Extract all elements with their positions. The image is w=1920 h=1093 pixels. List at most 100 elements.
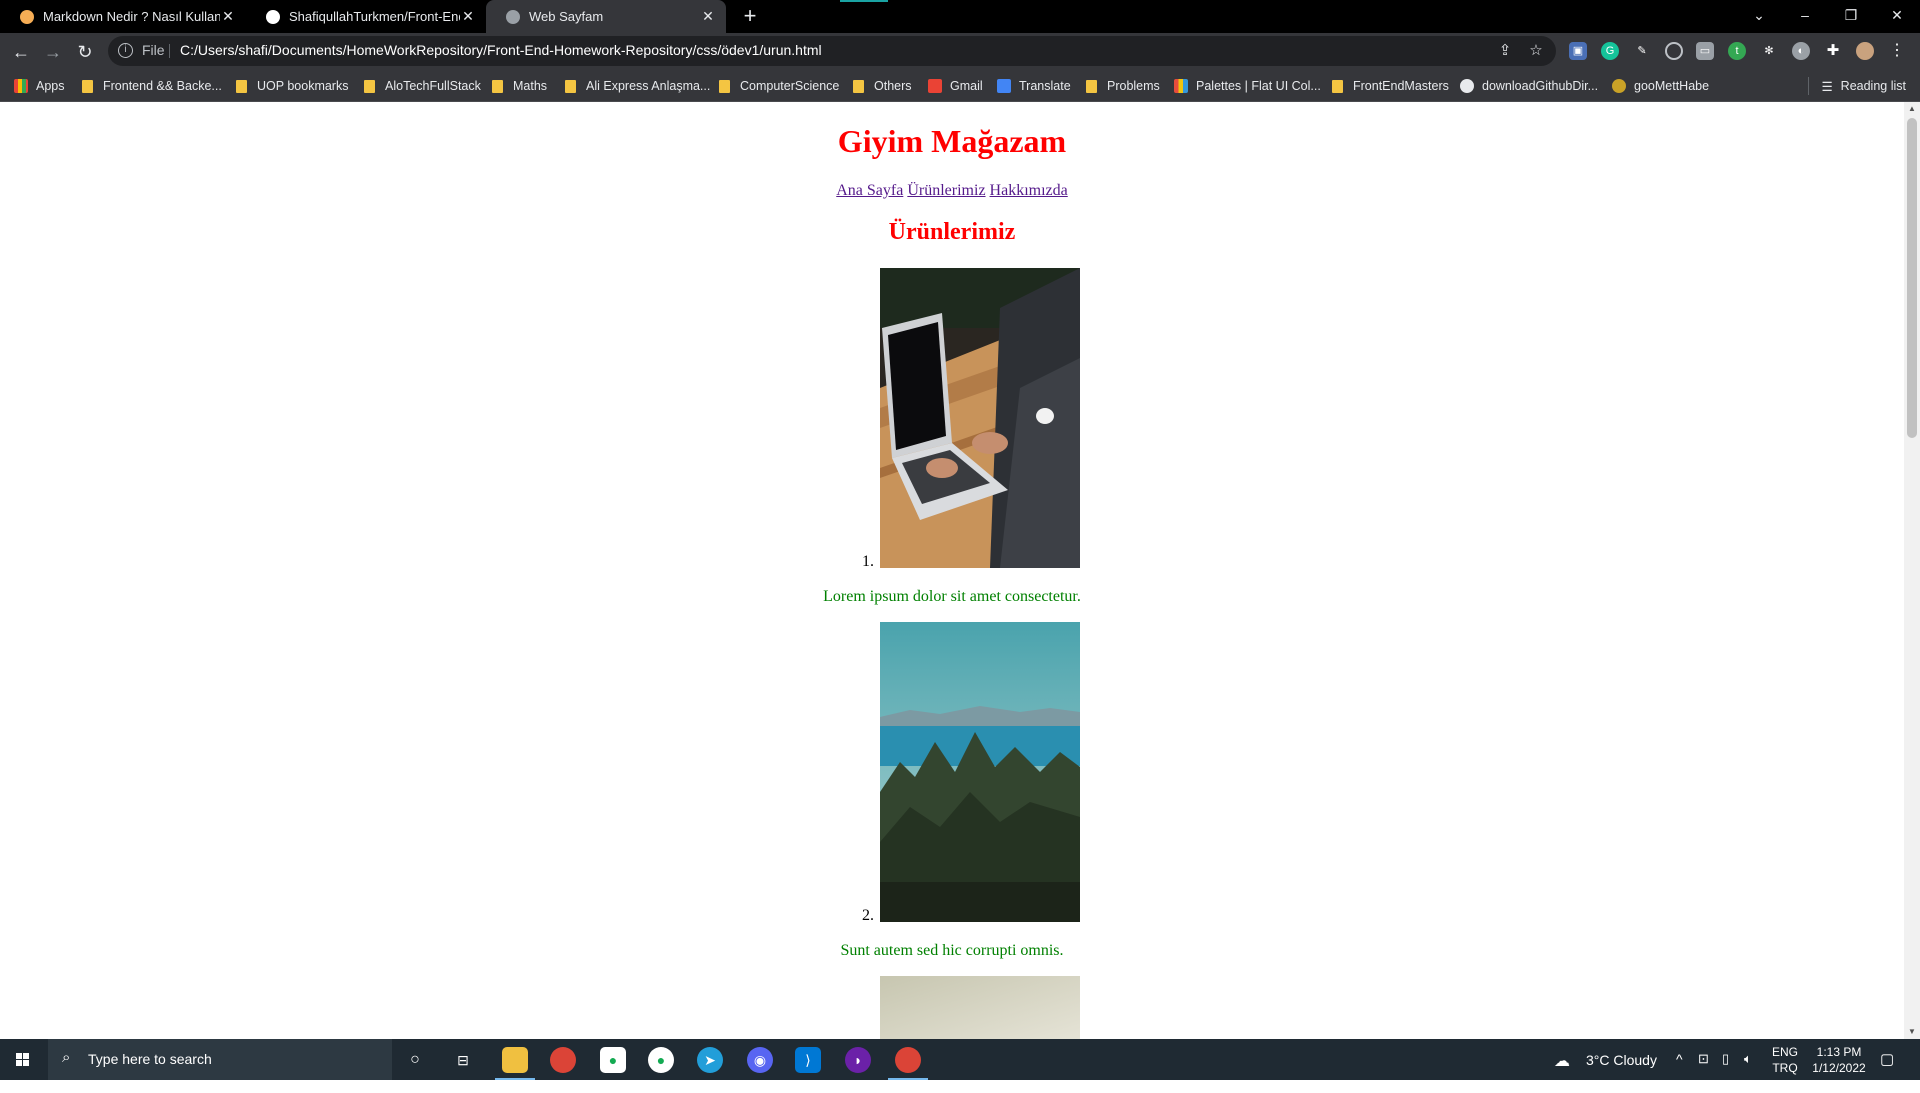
windows-start-icon[interactable] (0, 1039, 46, 1080)
browser-chrome: Markdown Nedir ? Nasıl Kullanılır ✕ Shaf… (0, 0, 1920, 102)
taskbar-search-input[interactable]: ⌕ Type here to search (48, 1039, 392, 1080)
bookmark-folder[interactable]: UOP bookmarks (236, 70, 348, 102)
tab-search-chevron-icon[interactable]: ⌄ (1736, 0, 1782, 33)
bookmark-label: Ali Express Anlaşma... (586, 79, 711, 93)
puzzle-extensions-icon[interactable]: ✚ (1824, 42, 1842, 60)
close-tab-icon[interactable]: ✕ (460, 8, 476, 25)
discord-icon[interactable]: ◉ (747, 1047, 773, 1073)
bookmark-folder[interactable]: FrontEndMasters (1332, 70, 1449, 102)
network-icon[interactable]: ⊡ (1698, 1051, 1709, 1092)
tab-markdown[interactable]: Markdown Nedir ? Nasıl Kullanılır ✕ (0, 0, 246, 33)
bookmark-label: downloadGithubDir... (1482, 79, 1599, 93)
chrome-active-icon[interactable] (895, 1047, 921, 1073)
minimize-icon[interactable]: – (1782, 0, 1828, 33)
bookmark-folder[interactable]: Frontend && Backe... (82, 70, 222, 102)
clock[interactable]: 1:13 PM 1/12/2022 (1806, 1044, 1872, 1085)
search-placeholder: Type here to search (88, 1051, 212, 1067)
bookmark-label: Gmail (950, 79, 983, 93)
language-indicator[interactable]: ENG TRQ (1772, 1044, 1798, 1085)
reading-list[interactable]: ☰ Reading list (1808, 70, 1906, 102)
globe-icon (506, 9, 520, 24)
clock-date: 1/12/2022 (1812, 1061, 1866, 1075)
task-view-icon[interactable]: ⊟ (450, 1047, 476, 1073)
card-extension-icon[interactable]: ▭ (1696, 42, 1714, 60)
target-extension-icon[interactable] (1665, 42, 1683, 60)
bookmark-gmail[interactable]: Gmail (928, 70, 983, 102)
bookmark-folder[interactable]: ComputerScience (719, 70, 839, 102)
scroll-up-icon[interactable]: ▲ (1904, 102, 1920, 116)
product-image-forest (880, 622, 1080, 922)
reading-list-icon: ☰ (1821, 79, 1833, 94)
tab-web-sayfam[interactable]: Web Sayfam ✕ (486, 0, 726, 33)
reload-icon[interactable]: ↻ (71, 38, 99, 66)
toolbar: ← → ↻ i File C:/Users/shafi/Documents/Ho… (0, 33, 1920, 70)
address-bar[interactable]: i File C:/Users/shafi/Documents/HomeWork… (108, 36, 1556, 66)
folder-icon (236, 79, 247, 93)
volume-icon[interactable]: 🔈︎ (1744, 1051, 1752, 1092)
bookmark-apps[interactable]: Apps (14, 70, 65, 102)
close-window-icon[interactable]: ✕ (1874, 0, 1920, 33)
bookmark-goomett[interactable]: gooMettHabe (1612, 70, 1709, 102)
menu-kebab-icon[interactable]: ⋮ (1888, 42, 1906, 60)
chrome-icon[interactable] (550, 1047, 576, 1073)
close-tab-icon[interactable]: ✕ (700, 8, 716, 25)
telegram-icon[interactable]: ➤ (697, 1047, 723, 1073)
bookmark-translate[interactable]: Translate (997, 70, 1071, 102)
bookmark-folder[interactable]: Problems (1086, 70, 1160, 102)
folder-icon (1332, 79, 1343, 93)
notification-icon[interactable]: ▢ (1880, 1050, 1894, 1091)
bookmark-folder[interactable]: AloTechFullStack (364, 70, 481, 102)
bookmark-download[interactable]: downloadGithubDir... (1460, 70, 1598, 102)
bookmark-folder[interactable]: Maths (492, 70, 547, 102)
tab-favicon-icon (20, 9, 34, 24)
info-icon[interactable]: i (118, 43, 133, 58)
bookmark-palettes[interactable]: Palettes | Flat UI Col... (1174, 70, 1321, 102)
t-extension-icon[interactable]: t (1728, 42, 1746, 60)
lang-bottom: TRQ (1772, 1061, 1798, 1075)
nav-link-about[interactable]: Hakkımızda (990, 182, 1068, 199)
back-icon[interactable]: ← (7, 38, 35, 66)
folder-icon (853, 79, 864, 93)
folder-icon (1086, 79, 1097, 93)
profile-avatar[interactable] (1856, 42, 1874, 60)
bookmarks-divider (1808, 77, 1810, 95)
restore-icon[interactable]: ❐ (1828, 0, 1874, 33)
nav-link-home[interactable]: Ana Sayfa (836, 182, 903, 199)
share-icon[interactable]: ⇪ (1496, 42, 1514, 60)
palette-icon (1174, 79, 1188, 93)
file-explorer-icon[interactable] (502, 1047, 528, 1073)
scrollbar-thumb[interactable] (1907, 118, 1917, 438)
bookmark-label: Apps (36, 79, 65, 93)
bookmark-folder[interactable]: Others (853, 70, 912, 102)
grammarly-icon[interactable]: G (1601, 42, 1619, 60)
save-extension-icon[interactable]: ▣ (1569, 42, 1587, 60)
folder-icon (565, 79, 576, 93)
bookmark-label: ComputerScience (740, 79, 840, 93)
product-caption: Lorem ipsum dolor sit amet consectetur. (823, 588, 1081, 605)
bookmark-folder[interactable]: Ali Express Anlaşma... (565, 70, 710, 102)
new-tab-icon[interactable]: + (738, 4, 762, 28)
tab-github[interactable]: ShafiqullahTurkmen/Front-End-H ✕ (246, 0, 486, 33)
pen-extension-icon[interactable]: ✎ (1633, 42, 1651, 60)
folder-icon (364, 79, 375, 93)
podcast-app-icon[interactable]: ◗ (845, 1047, 871, 1073)
close-tab-icon[interactable]: ✕ (220, 8, 236, 25)
weather-text[interactable]: 3°C Cloudy (1586, 1052, 1657, 1093)
list-number: 1. (862, 553, 874, 570)
bookmark-star-icon[interactable]: ☆ (1527, 42, 1545, 60)
tray-chevron-icon[interactable]: ^ (1676, 1051, 1683, 1092)
scroll-down-icon[interactable]: ▼ (1904, 1025, 1920, 1039)
circle-extension-icon[interactable]: ◐ (1792, 42, 1810, 60)
forward-icon[interactable]: → (39, 38, 67, 66)
vscode-icon[interactable]: ⟩ (795, 1047, 821, 1073)
gmail-icon (928, 79, 942, 93)
nav-link-products[interactable]: Ürünlerimiz (907, 182, 985, 199)
cortana-icon[interactable]: ○ (402, 1047, 428, 1073)
mongodb-compass-icon[interactable]: ● (648, 1047, 674, 1073)
url-text[interactable]: C:/Users/shafi/Documents/HomeWorkReposit… (180, 42, 822, 58)
page-scrollbar[interactable]: ▲ ▼ (1904, 102, 1920, 1039)
battery-icon[interactable]: ▯ (1722, 1051, 1729, 1092)
gear-extension-icon[interactable]: ✻ (1760, 42, 1778, 60)
mongodb-icon[interactable]: ● (600, 1047, 626, 1073)
bookmark-label: Maths (513, 79, 548, 93)
